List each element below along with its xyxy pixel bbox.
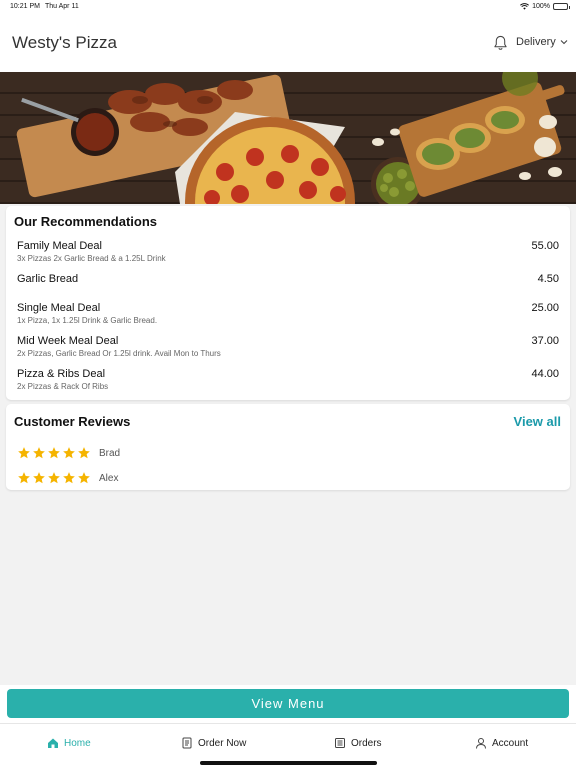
tab-label: Home <box>64 737 91 749</box>
star-rating <box>17 471 91 485</box>
star-icon <box>18 472 30 484</box>
recommendation-item[interactable]: Garlic Bread 4.50 <box>17 273 559 285</box>
bell-icon[interactable] <box>493 35 508 51</box>
order-icon <box>182 737 192 749</box>
reviews-title: Customer Reviews <box>14 414 131 429</box>
item-price: 44.00 <box>531 368 559 380</box>
wifi-icon <box>520 3 530 10</box>
battery-percent: 100% <box>532 3 550 10</box>
recommendation-item[interactable]: Family Meal Deal 3x Pizzas 2x Garlic Bre… <box>17 240 559 263</box>
cta-container: View Menu <box>0 685 576 723</box>
recommendations-title: Our Recommendations <box>14 214 158 229</box>
view-menu-button[interactable]: View Menu <box>7 689 569 718</box>
recommendations-card: Our Recommendations Family Meal Deal 3x … <box>6 206 570 400</box>
star-icon <box>63 447 75 459</box>
item-name: Single Meal Deal <box>17 302 101 314</box>
bottom-tab-bar: Home Order Now Orders Account <box>0 723 576 768</box>
item-name: Garlic Bread <box>17 273 79 285</box>
star-icon <box>48 472 60 484</box>
view-all-reviews-link[interactable]: View all <box>514 414 561 429</box>
star-rating <box>17 446 91 460</box>
recommendation-item[interactable]: Pizza & Ribs Deal 2x Pizzas & Rack Of Ri… <box>17 368 559 391</box>
tab-account[interactable]: Account <box>475 737 528 749</box>
home-icon <box>48 738 58 748</box>
customer-reviews-card: Customer Reviews View all Brad Alex <box>6 404 570 490</box>
tab-label: Orders <box>351 737 382 749</box>
tab-label: Order Now <box>198 737 247 749</box>
item-price: 4.50 <box>537 273 559 285</box>
review-row: Alex <box>17 471 118 485</box>
star-icon <box>63 472 75 484</box>
item-description: 2x Pizzas, Garlic Bread Or 1.25l drink. … <box>17 349 221 358</box>
status-right: 100% <box>520 3 570 10</box>
star-icon <box>18 447 30 459</box>
battery-icon <box>553 3 570 10</box>
status-bar: 10:21 PM Thu Apr 11 100% <box>0 0 576 14</box>
tab-home[interactable]: Home <box>47 737 91 749</box>
star-icon <box>33 447 45 459</box>
review-row: Brad <box>17 446 120 460</box>
reviewer-name: Brad <box>99 447 121 459</box>
recommendation-item[interactable]: Single Meal Deal 1x Pizza, 1x 1.25l Drin… <box>17 302 559 325</box>
star-icon <box>48 447 60 459</box>
chevron-down-icon <box>560 40 568 45</box>
item-name: Pizza & Ribs Deal <box>17 368 106 380</box>
orders-icon <box>335 738 345 748</box>
delivery-label: Delivery <box>516 36 556 48</box>
star-icon <box>78 447 90 459</box>
reviewer-name: Alex <box>99 472 119 484</box>
item-price: 55.00 <box>531 240 559 252</box>
tab-order-now[interactable]: Order Now <box>181 737 246 749</box>
item-name: Mid Week Meal Deal <box>17 335 119 347</box>
item-description: 2x Pizzas & Rack Of Ribs <box>17 382 109 391</box>
item-price: 25.00 <box>531 302 559 314</box>
status-date: Thu Apr 11 <box>45 3 79 10</box>
delivery-selector[interactable]: Delivery <box>516 36 568 48</box>
tab-orders[interactable]: Orders <box>334 737 382 749</box>
status-time: 10:21 PM <box>10 3 40 10</box>
app-title: Westy's Pizza <box>12 33 117 52</box>
tab-label: Account <box>492 737 529 749</box>
star-icon <box>33 472 45 484</box>
top-navigation: Westy's Pizza Delivery <box>0 14 576 72</box>
hero-food-image <box>0 72 576 204</box>
item-name: Family Meal Deal <box>17 240 102 252</box>
home-indicator <box>200 761 377 765</box>
item-price: 37.00 <box>531 335 559 347</box>
item-description: 3x Pizzas 2x Garlic Bread & a 1.25L Drin… <box>17 254 166 263</box>
account-icon <box>476 738 486 749</box>
item-description: 1x Pizza, 1x 1.25l Drink & Garlic Bread. <box>17 316 158 325</box>
star-icon <box>78 472 90 484</box>
recommendation-item[interactable]: Mid Week Meal Deal 2x Pizzas, Garlic Bre… <box>17 335 559 358</box>
